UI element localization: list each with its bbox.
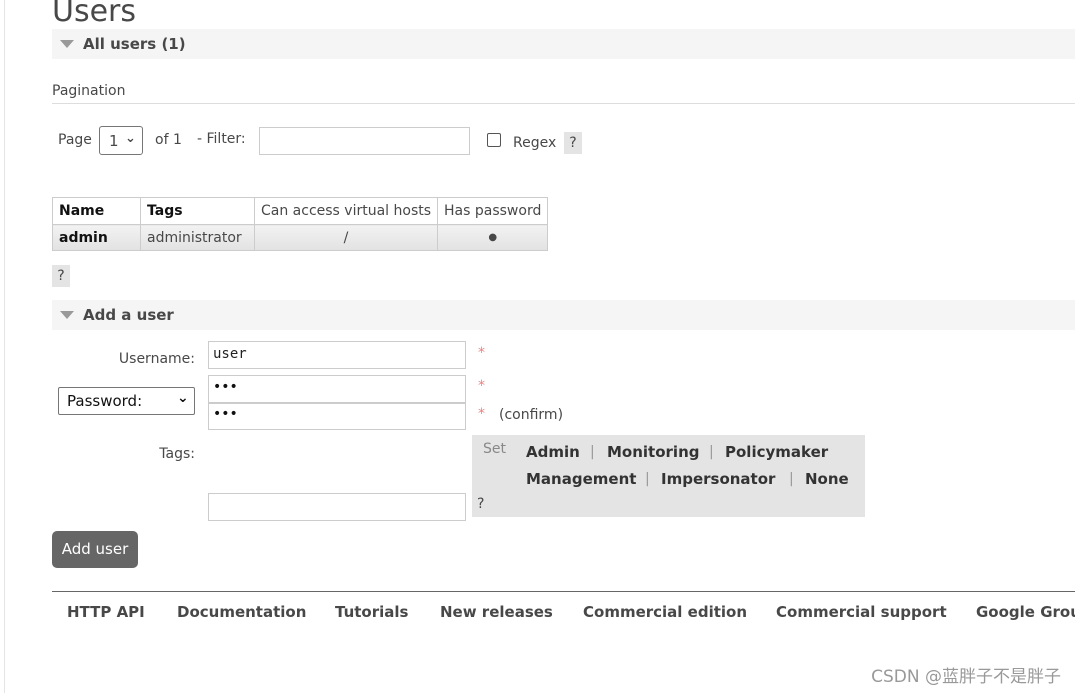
- page-title: Users: [52, 0, 137, 29]
- chevron-down-icon: ⌄: [125, 131, 136, 146]
- footer-link-google-group[interactable]: Google Group: [976, 603, 1075, 621]
- confirm-label: (confirm): [499, 407, 564, 423]
- page-select-value: 1: [109, 132, 119, 150]
- regex-help-button[interactable]: ?: [564, 132, 582, 154]
- tag-shortcuts-panel: Set Admin | Monitoring | Policymaker Man…: [472, 435, 865, 517]
- separator: |: [709, 444, 714, 460]
- collapse-triangle-icon: [60, 311, 74, 319]
- footer-link-commercial-edition[interactable]: Commercial edition: [583, 603, 747, 621]
- divider: [52, 103, 1075, 104]
- tag-none-link[interactable]: None: [805, 470, 849, 488]
- required-marker: *: [478, 345, 485, 361]
- column-header-tags[interactable]: Tags: [140, 197, 255, 225]
- users-table: Name Tags Can access virtual hosts Has p…: [52, 197, 549, 251]
- tag-management-link[interactable]: Management: [526, 470, 636, 488]
- has-password-dot: ●: [437, 224, 549, 251]
- watermark: CSDN @蓝胖子不是胖子: [871, 667, 1061, 687]
- set-label: Set: [483, 441, 506, 457]
- user-vhosts: /: [253, 224, 439, 251]
- password-confirm-input[interactable]: •••: [208, 403, 466, 430]
- separator: |: [789, 471, 794, 487]
- pagination-label: Pagination: [52, 83, 126, 99]
- collapse-triangle-icon: [60, 40, 74, 48]
- separator: |: [645, 471, 650, 487]
- required-marker: *: [478, 406, 485, 422]
- tag-impersonator-link[interactable]: Impersonator: [661, 470, 775, 488]
- username-label: Username:: [118, 351, 195, 367]
- table-header-row: Name Tags Can access virtual hosts Has p…: [52, 197, 549, 225]
- column-header-name[interactable]: Name: [52, 197, 141, 225]
- page-label: Page: [58, 132, 92, 148]
- table-help-button[interactable]: ?: [52, 265, 70, 287]
- username-input[interactable]: user: [208, 341, 466, 369]
- tags-help-button[interactable]: ?: [477, 496, 484, 512]
- footer-divider: [52, 591, 1075, 592]
- footer-link-documentation[interactable]: Documentation: [177, 603, 306, 621]
- page-select[interactable]: 1 ⌄: [99, 126, 143, 155]
- column-header-has-password: Has password: [437, 197, 549, 225]
- separator: |: [590, 444, 595, 460]
- password-input[interactable]: •••: [208, 375, 466, 403]
- all-users-section-toggle[interactable]: All users (1): [52, 29, 1075, 59]
- filter-label: - Filter:: [197, 131, 246, 147]
- add-user-header: Add a user: [83, 306, 174, 324]
- page-of-label: of 1: [155, 132, 182, 148]
- tag-policymaker-link[interactable]: Policymaker: [725, 443, 828, 461]
- left-border: [4, 0, 5, 693]
- password-value: •••: [213, 379, 238, 395]
- required-marker: *: [478, 378, 485, 394]
- regex-checkbox[interactable]: [487, 133, 501, 147]
- user-name-link[interactable]: admin: [52, 224, 141, 251]
- table-row[interactable]: admin administrator / ●: [52, 224, 549, 251]
- tags-input[interactable]: [208, 493, 466, 521]
- tag-admin-link[interactable]: Admin: [526, 443, 580, 461]
- regex-label: Regex: [513, 135, 557, 151]
- column-header-vhosts: Can access virtual hosts: [253, 197, 439, 225]
- footer-link-commercial-support[interactable]: Commercial support: [776, 603, 947, 621]
- footer-link-new-releases[interactable]: New releases: [440, 603, 553, 621]
- footer-link-http-api[interactable]: HTTP API: [67, 603, 145, 621]
- tag-monitoring-link[interactable]: Monitoring: [607, 443, 699, 461]
- chevron-down-icon: ⌄: [177, 390, 189, 406]
- tags-label: Tags:: [159, 446, 195, 462]
- password-mode-value: Password:: [67, 392, 143, 410]
- footer-link-tutorials[interactable]: Tutorials: [335, 603, 408, 621]
- filter-input[interactable]: [259, 127, 470, 155]
- add-user-button[interactable]: Add user: [52, 531, 138, 568]
- username-value: user: [213, 346, 247, 362]
- user-tags: administrator: [140, 224, 255, 251]
- password-confirm-value: •••: [213, 406, 238, 422]
- add-user-section-toggle[interactable]: Add a user: [52, 300, 1075, 330]
- password-mode-select[interactable]: Password: ⌄: [58, 387, 195, 415]
- all-users-header: All users (1): [83, 35, 186, 53]
